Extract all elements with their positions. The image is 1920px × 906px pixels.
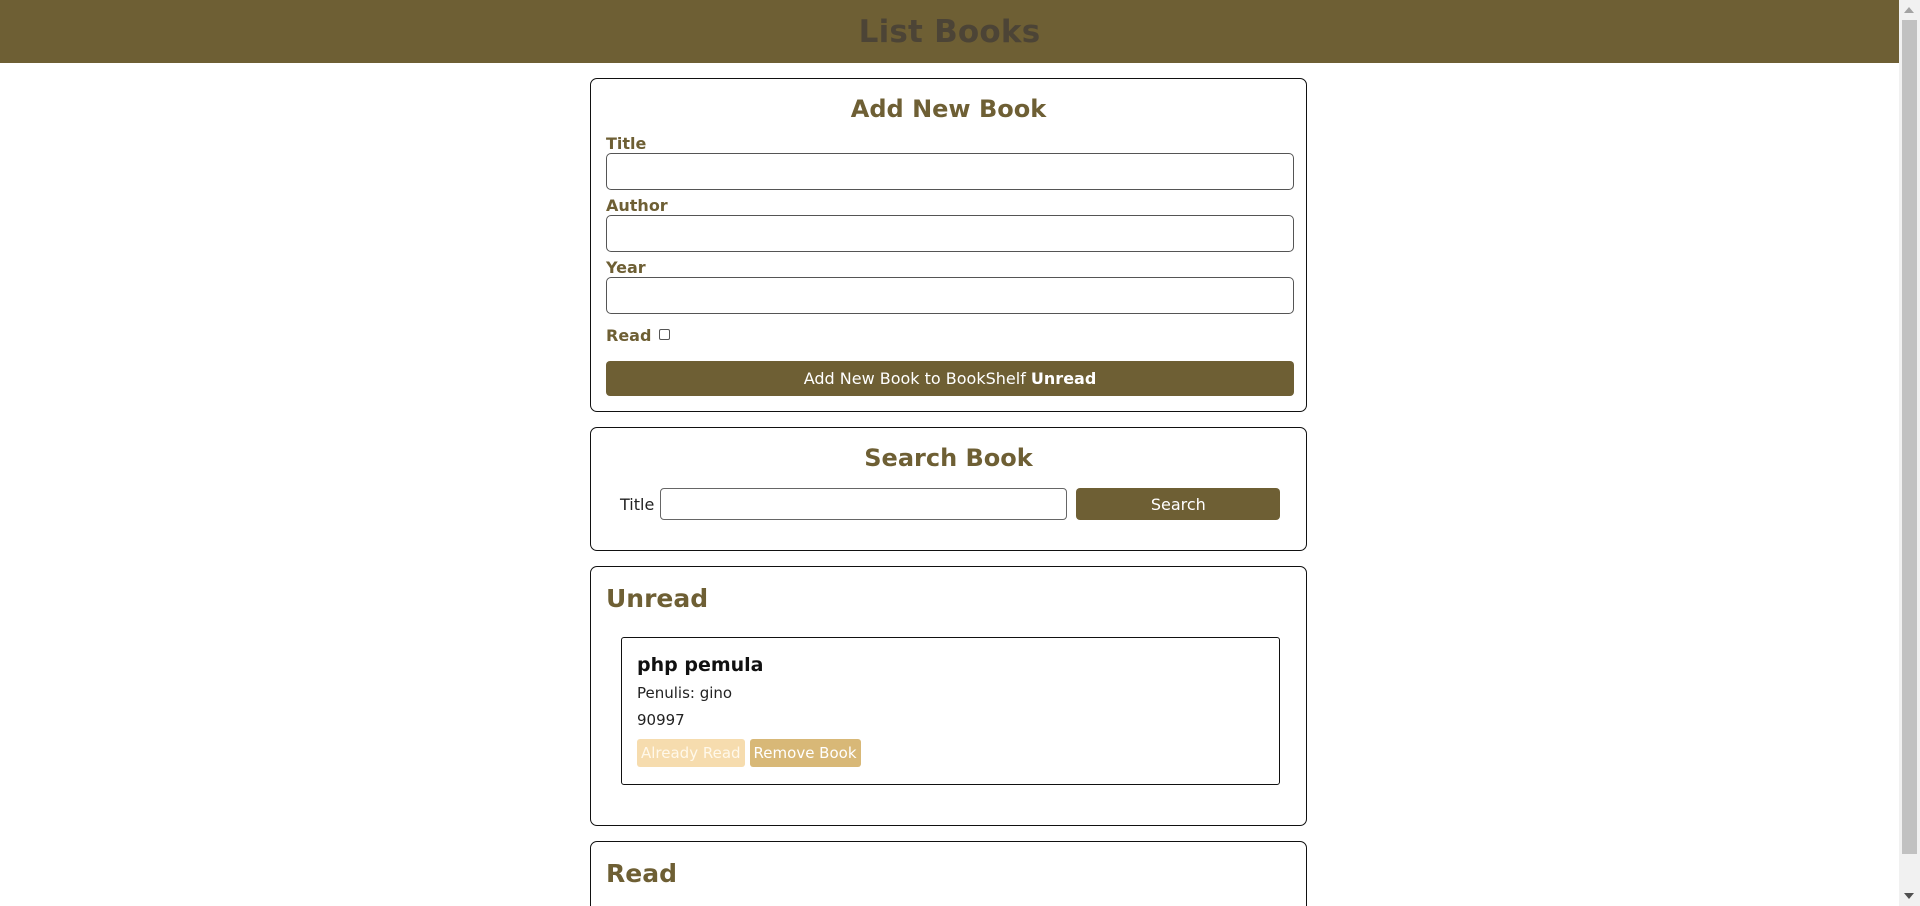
page-content: List Books Add New Book Title Author Yea… — [0, 0, 1899, 906]
add-book-section: Add New Book Title Author Year Read Add … — [590, 78, 1307, 412]
remove-book-button[interactable]: Remove Book — [749, 739, 861, 767]
book-year: 90997 — [637, 711, 685, 729]
unread-heading: Unread — [606, 584, 709, 613]
app-header: List Books — [0, 0, 1899, 63]
search-title-label: Title — [620, 494, 655, 514]
search-button[interactable]: Search — [1076, 488, 1281, 520]
author-label: Author — [606, 196, 668, 215]
year-input[interactable] — [606, 277, 1294, 314]
author-input[interactable] — [606, 215, 1294, 252]
add-book-button-label: Add New Book to BookShelf — [803, 369, 1031, 388]
vertical-scrollbar[interactable] — [1899, 0, 1920, 906]
search-form: Title Search — [591, 488, 1306, 520]
add-book-button[interactable]: Add New Book to BookShelf Unread — [606, 361, 1294, 396]
scroll-up-arrow-icon[interactable] — [1904, 7, 1914, 13]
search-book-heading: Search Book — [864, 444, 1033, 472]
add-book-target-shelf: Unread — [1030, 369, 1097, 388]
scrollbar-thumb[interactable] — [1902, 20, 1917, 854]
scroll-down-arrow-icon[interactable] — [1904, 893, 1914, 899]
already-read-button[interactable]: Already Read — [637, 739, 745, 767]
year-label: Year — [606, 258, 646, 277]
book-actions: Already Read Remove Book — [637, 739, 1264, 767]
title-input[interactable] — [606, 153, 1294, 190]
page-title: List Books — [858, 13, 1041, 50]
book-item: php pemula Penulis: gino 90997 Already R… — [621, 637, 1280, 785]
book-author: Penulis: gino — [637, 684, 733, 702]
unread-shelf: Unread php pemula Penulis: gino 90997 Al… — [590, 566, 1307, 826]
book-title: php pemula — [637, 654, 764, 676]
read-checkbox[interactable] — [659, 329, 671, 340]
read-shelf: Read — [590, 841, 1307, 906]
search-book-section: Search Book Title Search — [590, 427, 1307, 551]
read-checkbox-row: Read — [606, 321, 1291, 351]
read-heading: Read — [606, 859, 677, 888]
read-label: Read — [606, 326, 652, 345]
browser-viewport: List Books Add New Book Title Author Yea… — [0, 0, 1920, 906]
add-book-heading: Add New Book — [850, 95, 1047, 123]
title-label: Title — [606, 134, 647, 153]
search-input[interactable] — [660, 488, 1068, 520]
